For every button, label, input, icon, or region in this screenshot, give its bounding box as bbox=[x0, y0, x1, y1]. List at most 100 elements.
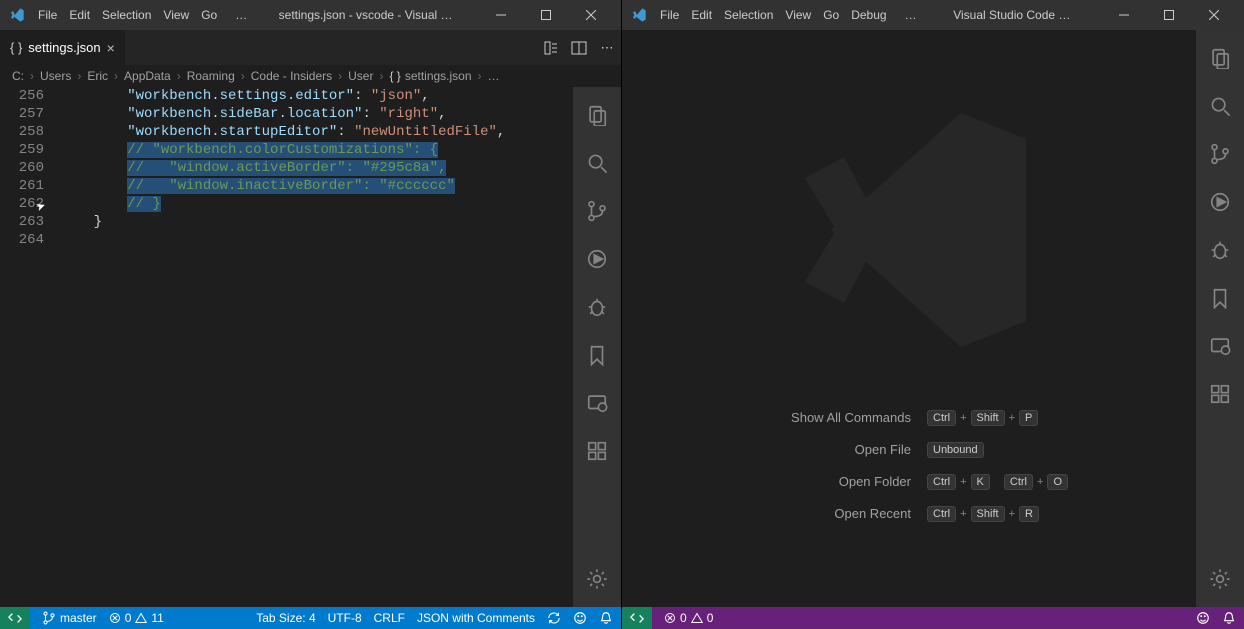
eol[interactable]: CRLF bbox=[374, 611, 405, 625]
shortcut-keys: Ctrl+KCtrl+O bbox=[927, 474, 1107, 490]
search-icon[interactable] bbox=[573, 143, 621, 183]
menu-overflow[interactable]: … bbox=[229, 4, 253, 26]
key-o: O bbox=[1047, 474, 1068, 490]
menu-overflow[interactable]: … bbox=[899, 4, 923, 26]
feedback-icon[interactable] bbox=[573, 611, 587, 625]
menu-edit[interactable]: Edit bbox=[685, 4, 718, 26]
debug-bug-icon[interactable] bbox=[573, 287, 621, 327]
git-icon[interactable] bbox=[573, 191, 621, 231]
menu-view[interactable]: View bbox=[779, 4, 817, 26]
tab-close-icon[interactable]: × bbox=[107, 40, 115, 56]
key-shift: Shift bbox=[971, 410, 1005, 426]
breadcrumb-segment[interactable]: AppData bbox=[124, 69, 171, 83]
key-k: K bbox=[971, 474, 990, 490]
shortcut-keys: Ctrl+Shift+R bbox=[927, 506, 1107, 522]
menu-view[interactable]: View bbox=[157, 4, 195, 26]
json-icon: { } bbox=[389, 69, 400, 83]
branch-name: master bbox=[60, 611, 97, 625]
titlebar: FileEditSelectionViewGoDebug … Visual St… bbox=[622, 0, 1244, 30]
language-mode[interactable]: JSON with Comments bbox=[417, 611, 535, 625]
json-icon: { } bbox=[10, 40, 22, 55]
statusbar: 0 0 bbox=[622, 607, 1244, 629]
debug-run-icon[interactable] bbox=[573, 239, 621, 279]
more-actions-icon[interactable]: ⋯ bbox=[593, 30, 621, 65]
welcome-view: Show All CommandsCtrl+Shift+POpen FileUn… bbox=[622, 30, 1196, 607]
vscode-logo-icon bbox=[8, 6, 26, 24]
search-icon[interactable] bbox=[1196, 86, 1244, 126]
vscode-watermark-icon bbox=[779, 100, 1039, 360]
remote-indicator[interactable] bbox=[0, 607, 30, 629]
extensions-icon[interactable] bbox=[573, 431, 621, 471]
vscode-window-right: FileEditSelectionViewGoDebug … Visual St… bbox=[622, 0, 1244, 629]
bookmark-icon[interactable] bbox=[1196, 278, 1244, 318]
statusbar: master 0 11 Tab Size: 4 UTF-8 CRLF JSON … bbox=[0, 607, 621, 629]
menu-edit[interactable]: Edit bbox=[63, 4, 96, 26]
bookmark-icon[interactable] bbox=[573, 335, 621, 375]
breadcrumb-segment[interactable]: settings.json bbox=[405, 69, 472, 83]
key-ctrl: Ctrl bbox=[927, 474, 956, 490]
sync-icon[interactable] bbox=[547, 611, 561, 625]
menu-go[interactable]: Go bbox=[195, 4, 223, 26]
git-icon[interactable] bbox=[1196, 134, 1244, 174]
titlebar: FileEditSelectionViewGo … settings.json … bbox=[0, 0, 621, 30]
breadcrumb-segment[interactable]: … bbox=[488, 69, 500, 83]
menu-selection[interactable]: Selection bbox=[96, 4, 157, 26]
key-unbound: Unbound bbox=[927, 442, 984, 458]
problems-indicator[interactable]: 0 11 bbox=[109, 611, 164, 625]
minimize-button[interactable] bbox=[1101, 0, 1146, 30]
gear-icon[interactable] bbox=[573, 559, 621, 599]
files-icon[interactable] bbox=[573, 95, 621, 135]
git-branch[interactable]: master bbox=[42, 611, 97, 625]
files-icon[interactable] bbox=[1196, 38, 1244, 78]
shortcut-label: Open Recent bbox=[711, 506, 911, 522]
split-editor-icon[interactable] bbox=[565, 30, 593, 65]
maximize-button[interactable] bbox=[1146, 0, 1191, 30]
shortcut-list: Show All CommandsCtrl+Shift+POpen FileUn… bbox=[622, 410, 1196, 522]
menu-file[interactable]: File bbox=[32, 4, 63, 26]
shortcut-keys: Unbound bbox=[927, 442, 1107, 458]
bell-icon[interactable] bbox=[1222, 611, 1236, 625]
shortcut-keys: Ctrl+Shift+P bbox=[927, 410, 1107, 426]
tab-settings-json[interactable]: { } settings.json × bbox=[0, 30, 126, 65]
remote-icon[interactable] bbox=[573, 383, 621, 423]
gear-icon[interactable] bbox=[1196, 559, 1244, 599]
menu-file[interactable]: File bbox=[654, 4, 685, 26]
breadcrumb-segment[interactable]: C: bbox=[12, 69, 24, 83]
breadcrumb-segment[interactable]: Roaming bbox=[187, 69, 235, 83]
remote-icon[interactable] bbox=[1196, 326, 1244, 366]
debug-run-icon[interactable] bbox=[1196, 182, 1244, 222]
shortcut-row: Show All CommandsCtrl+Shift+P bbox=[622, 410, 1196, 426]
menu-go[interactable]: Go bbox=[817, 4, 845, 26]
breadcrumb-segment[interactable]: Eric bbox=[87, 69, 108, 83]
compare-icon[interactable] bbox=[537, 30, 565, 65]
close-button[interactable] bbox=[1191, 0, 1236, 30]
feedback-icon[interactable] bbox=[1196, 611, 1210, 625]
activity-bar bbox=[1196, 30, 1244, 607]
problems-indicator[interactable]: 0 0 bbox=[664, 611, 713, 625]
minimize-button[interactable] bbox=[478, 0, 523, 30]
remote-indicator[interactable] bbox=[622, 607, 652, 629]
close-button[interactable] bbox=[568, 0, 613, 30]
shortcut-label: Open Folder bbox=[711, 474, 911, 490]
tabbar: { } settings.json × ⋯ bbox=[0, 30, 621, 65]
menu-selection[interactable]: Selection bbox=[718, 4, 779, 26]
breadcrumb-segment[interactable]: Users bbox=[40, 69, 71, 83]
tab-size[interactable]: Tab Size: 4 bbox=[256, 611, 315, 625]
breadcrumb-segment[interactable]: Code - Insiders bbox=[251, 69, 332, 83]
code-editor[interactable]: 256257258259260261262263264 "workbench.s… bbox=[0, 87, 573, 607]
debug-bug-icon[interactable] bbox=[1196, 230, 1244, 270]
key-p: P bbox=[1019, 410, 1038, 426]
extensions-icon[interactable] bbox=[1196, 374, 1244, 414]
key-ctrl: Ctrl bbox=[927, 506, 956, 522]
tab-label: settings.json bbox=[28, 40, 100, 55]
menu-debug[interactable]: Debug bbox=[845, 4, 892, 26]
key-shift: Shift bbox=[971, 506, 1005, 522]
line-gutter: 256257258259260261262263264 bbox=[0, 87, 60, 607]
breadcrumb-segment[interactable]: User bbox=[348, 69, 373, 83]
window-title: Visual Studio Code … bbox=[929, 8, 1095, 22]
bell-icon[interactable] bbox=[599, 611, 613, 625]
code-content[interactable]: "workbench.settings.editor": "json", "wo… bbox=[60, 87, 573, 607]
breadcrumbs[interactable]: C:›Users›Eric›AppData›Roaming›Code - Ins… bbox=[0, 65, 621, 87]
encoding[interactable]: UTF-8 bbox=[328, 611, 362, 625]
maximize-button[interactable] bbox=[523, 0, 568, 30]
